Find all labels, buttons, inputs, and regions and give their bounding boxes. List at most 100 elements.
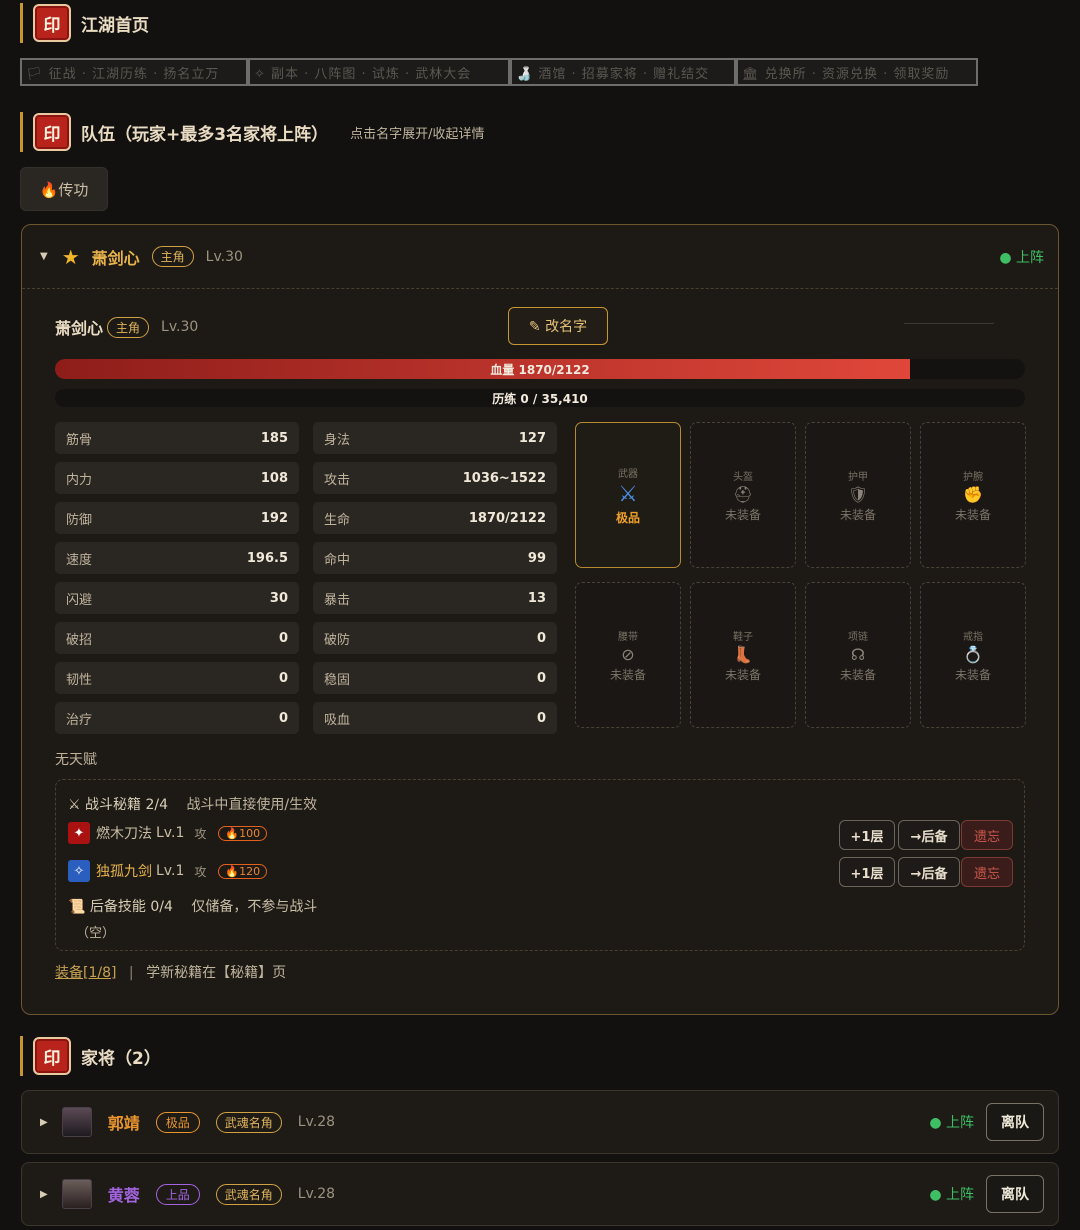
general-name[interactable]: 郭靖 [108,1110,140,1134]
skill-name[interactable]: 独孤九剑 [96,861,152,881]
stat-label: 身法 [324,432,351,448]
stat-label: 速度 [66,552,93,568]
avatar [61,1179,92,1209]
main-character-header[interactable]: ▼ ★ 萧剑心 主角 Lv.30 ● 上阵 [22,225,1058,289]
skill-level-up-button[interactable]: +1层 [839,857,895,887]
skill-type: 攻 [194,864,207,879]
equipment-link[interactable]: 装备[1/8] [55,965,116,981]
skill-forget-button[interactable]: 遗忘 [961,857,1013,887]
skill-level-up-button[interactable]: +1层 [839,820,895,850]
stat-item: 内力 108 [55,462,299,494]
deploy-status: ● 上阵 [929,1115,974,1131]
equip-slot[interactable]: 武器 ⚔ 极品 [575,422,681,568]
main-character-name[interactable]: 萧剑心 [92,245,140,269]
equip-state: 未装备 [839,667,876,682]
ticker-item[interactable]: 🏳 征战 · 江湖历练 · 扬名立万 [20,58,248,86]
sword-icon: ✧ [68,860,90,882]
equip-slot-label: 戒指 [963,631,983,643]
skill-row: ✧ 独孤九剑 Lv.1 攻 🔥120 [68,860,268,882]
stat-item: 破招 0 [55,622,299,654]
seal-icon: 印 [33,113,71,151]
deploy-status: ● 上阵 [999,249,1044,266]
title-badge: 武魂名角 [215,1111,282,1133]
stat-label: 破防 [324,632,351,648]
home-section-header: 印 江湖首页 [20,3,149,43]
leave-team-button[interactable]: 离队 [986,1103,1044,1141]
equip-slot[interactable]: 项链 ☊ 未装备 [805,582,911,728]
skill-name[interactable]: 燃木刀法 [96,823,152,843]
chevron-down-icon[interactable]: ▼ [40,251,48,262]
equip-state: 未装备 [839,507,876,522]
stat-label: 稳固 [324,672,351,688]
general-name[interactable]: 黄蓉 [108,1182,140,1206]
stat-item: 身法 127 [313,422,557,454]
deploy-status: ● 上阵 [929,1187,974,1203]
chevron-right-icon[interactable]: ▶ [40,1117,48,1128]
skill-cost: 🔥120 [218,863,268,879]
equip-state: 未装备 [954,507,991,522]
role-badge: 主角 [151,246,194,267]
ticker-item[interactable]: 🏛 兑换所 · 资源兑换 · 领取奖励 [736,58,978,86]
talent-label: 无天赋 [55,752,97,768]
ticker-item[interactable]: ✧ 副本 · 八阵图 · 试炼 · 武林大会 [248,58,510,86]
general-card[interactable]: ▶ 郭靖 极品 武魂名角 Lv.28 ● 上阵 离队 [21,1090,1059,1154]
skill-row: ✦ 燃木刀法 Lv.1 攻 🔥100 [68,822,268,844]
skill-level: Lv.1 [156,825,185,841]
transmit-skill-button[interactable]: 🔥传功 [20,167,108,211]
stat-item: 稳固 0 [313,662,557,694]
ticker-item[interactable]: 🍶 酒馆 · 招募家将 · 赠礼结交 [510,58,736,86]
section-accent-bar [20,3,23,43]
main-character-card: ▼ ★ 萧剑心 主角 Lv.30 ● 上阵 萧剑心 主角 Lv.30 ✎ 改名字… [21,224,1059,1015]
equip-icon: ⚔ [618,481,638,507]
equip-state: 极品 [615,510,640,525]
stat-item: 暴击 13 [313,582,557,614]
skill-level: Lv.1 [156,863,185,879]
generals-section-header: 印 家将（2） [20,1036,161,1076]
team-subtitle: 点击名字展开/收起详情 [350,126,485,142]
equip-icon: ✊ [963,484,983,504]
stat-value: 0 [536,710,546,726]
backup-empty-label: （空） [76,926,116,941]
stat-value: 0 [278,630,288,646]
equip-slot[interactable]: 腰带 ⊘ 未装备 [575,582,681,728]
stat-label: 防御 [66,512,93,528]
equip-slot[interactable]: 护甲 🛡 未装备 [805,422,911,568]
skill-forget-button[interactable]: 遗忘 [961,820,1013,850]
rename-button[interactable]: ✎ 改名字 [508,307,608,345]
separator: | [128,965,134,981]
equip-icon: 💍 [963,644,983,664]
equip-slot-label: 护腕 [963,471,983,483]
skill-to-backup-button[interactable]: →后备 [898,820,960,850]
stat-label: 筋骨 [66,432,93,448]
skill-type: 攻 [194,826,207,841]
team-title: 队伍（玩家+最多3名家将上阵） [81,124,329,145]
skills-note: 战斗中直接使用/生效 [186,797,318,813]
equip-slot[interactable]: 戒指 💍 未装备 [920,582,1026,728]
stat-item: 韧性 0 [55,662,299,694]
hp-text: 血量 1870/2122 [490,362,590,377]
quality-badge: 极品 [155,1111,200,1133]
equip-slot-label: 武器 [618,468,638,480]
stat-value: 0 [278,710,288,726]
general-card[interactable]: ▶ 黄蓉 上品 武魂名角 Lv.28 ● 上阵 离队 [21,1162,1059,1226]
equip-slot[interactable]: 护腕 ✊ 未装备 [920,422,1026,568]
chevron-right-icon[interactable]: ▶ [40,1189,48,1200]
stat-value: 127 [518,430,546,446]
equip-slot[interactable]: 头盔 ⛑ 未装备 [690,422,796,568]
equip-slot-label: 头盔 [733,471,753,483]
stat-label: 闪避 [66,592,93,608]
stat-value: 108 [260,470,288,486]
equip-icon: ☊ [850,644,866,664]
level-label: Lv.30 [205,248,243,265]
equip-slot[interactable]: 鞋子 👢 未装备 [690,582,796,728]
equip-state: 未装备 [954,667,991,682]
stat-value: 13 [527,590,546,606]
leave-team-button[interactable]: 离队 [986,1175,1044,1213]
stat-value: 196.5 [246,550,288,566]
stat-item: 速度 196.5 [55,542,299,574]
level-label: Lv.28 [297,1114,336,1130]
stat-label: 内力 [66,472,93,488]
stat-value: 1870/2122 [468,510,546,526]
stat-item: 筋骨 185 [55,422,299,454]
skill-to-backup-button[interactable]: →后备 [898,857,960,887]
